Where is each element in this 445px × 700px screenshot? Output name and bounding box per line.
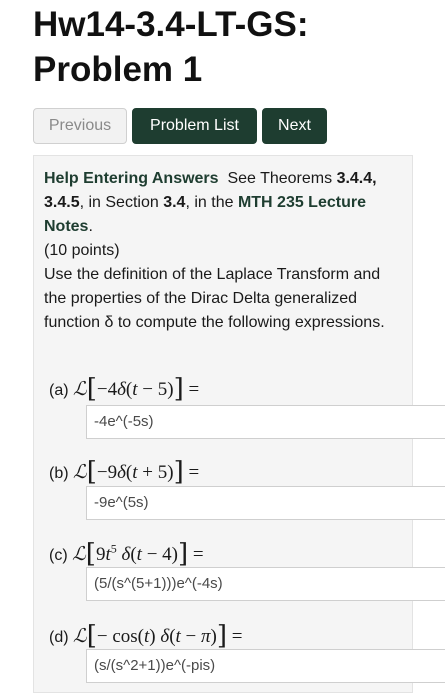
part-b-answer-input[interactable]: -9e^(5s)	[86, 486, 445, 520]
part-a-answer-input[interactable]: -4e^(-5s)	[86, 405, 445, 439]
in-the-text: in the	[194, 194, 234, 211]
page-title-line1: Hw14-3.4-LT-GS:	[33, 5, 309, 44]
part-b-question: (b) ℒ[−9δ(t + 5)] =	[49, 455, 200, 487]
next-button[interactable]: Next	[262, 108, 327, 144]
part-c-expression: ℒ[9t5 δ(t − 4)] =	[72, 539, 204, 569]
previous-button[interactable]: Previous	[33, 108, 127, 144]
part-a-question: (a) ℒ[−4δ(t − 5)] =	[49, 372, 200, 404]
part-b-expression: ℒ[−9δ(t + 5)] =	[73, 457, 200, 487]
page-title: Hw14-3.4-LT-GS: Problem 1	[33, 2, 443, 92]
part-c-answer-input[interactable]: (5/(s^(5+1)))e^(-4s)	[86, 567, 445, 601]
part-d-label: (d)	[49, 629, 69, 646]
problem-list-button[interactable]: Problem List	[132, 108, 257, 144]
in-section-text: in Section	[88, 194, 159, 211]
part-d-expression: ℒ[− cos(t) δ(t − π)] =	[73, 621, 243, 651]
part-d-answer-input[interactable]: (s/(s^2+1))e^(-pis)	[86, 649, 445, 683]
instructions: Use the definition of the Laplace Transf…	[44, 266, 385, 331]
part-b-label: (b)	[49, 465, 69, 482]
see-theorems-text: See Theorems	[227, 170, 333, 187]
part-a-label: (a)	[49, 382, 69, 399]
page-title-line2: Problem 1	[33, 50, 203, 89]
help-entering-answers-link[interactable]: Help Entering Answers	[44, 170, 219, 187]
part-c-question: (c) ℒ[9t5 δ(t − 4)] =	[49, 537, 204, 569]
points: (10 points)	[44, 242, 120, 259]
part-a-expression: ℒ[−4δ(t − 5)] =	[73, 374, 200, 404]
part-d-question: (d) ℒ[− cos(t) δ(t − π)] =	[49, 619, 243, 651]
section-number: 3.4	[163, 194, 186, 211]
problem-intro: Help Entering Answers See Theorems 3.4.4…	[44, 170, 385, 331]
part-c-label: (c)	[49, 547, 68, 564]
